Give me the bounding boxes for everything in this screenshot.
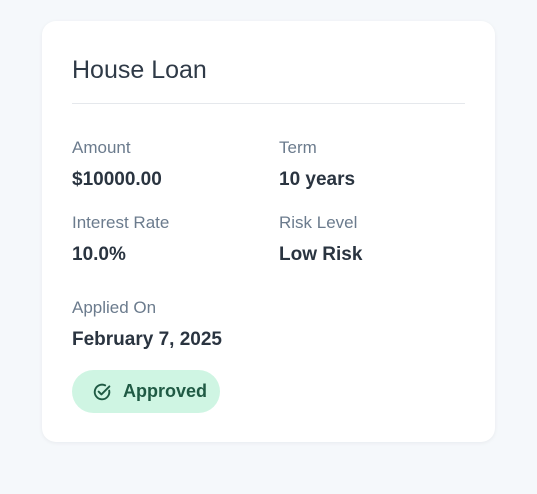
check-circle-icon (92, 382, 112, 402)
risk-level-label: Risk Level (279, 213, 358, 232)
applied-on-label: Applied On (72, 298, 157, 317)
risk-level-value: Low Risk (279, 244, 363, 265)
amount-value: $10000.00 (72, 169, 162, 190)
loan-card: House Loan Amount $10000.00 Term 10 year… (42, 21, 495, 442)
title-divider (72, 103, 465, 104)
risk-level-field: Risk Level Low Risk (279, 213, 362, 266)
status-badge-label: Approved (123, 381, 208, 401)
interest-rate-label: Interest Rate (72, 213, 170, 232)
amount-field: Amount $10000.00 (72, 138, 162, 191)
applied-on-value: February 7, 2025 (72, 329, 222, 350)
interest-rate-value: 10.0% (72, 244, 126, 265)
applied-on-field: Applied On February 7, 2025 (72, 298, 222, 351)
amount-label: Amount (72, 138, 131, 157)
loan-title: House Loan (72, 56, 207, 84)
status-badge: Approved (72, 370, 220, 413)
term-value: 10 years (279, 169, 356, 190)
term-label: Term (279, 138, 317, 157)
interest-rate-field: Interest Rate 10.0% (72, 213, 169, 266)
term-field: Term 10 years (279, 138, 355, 191)
